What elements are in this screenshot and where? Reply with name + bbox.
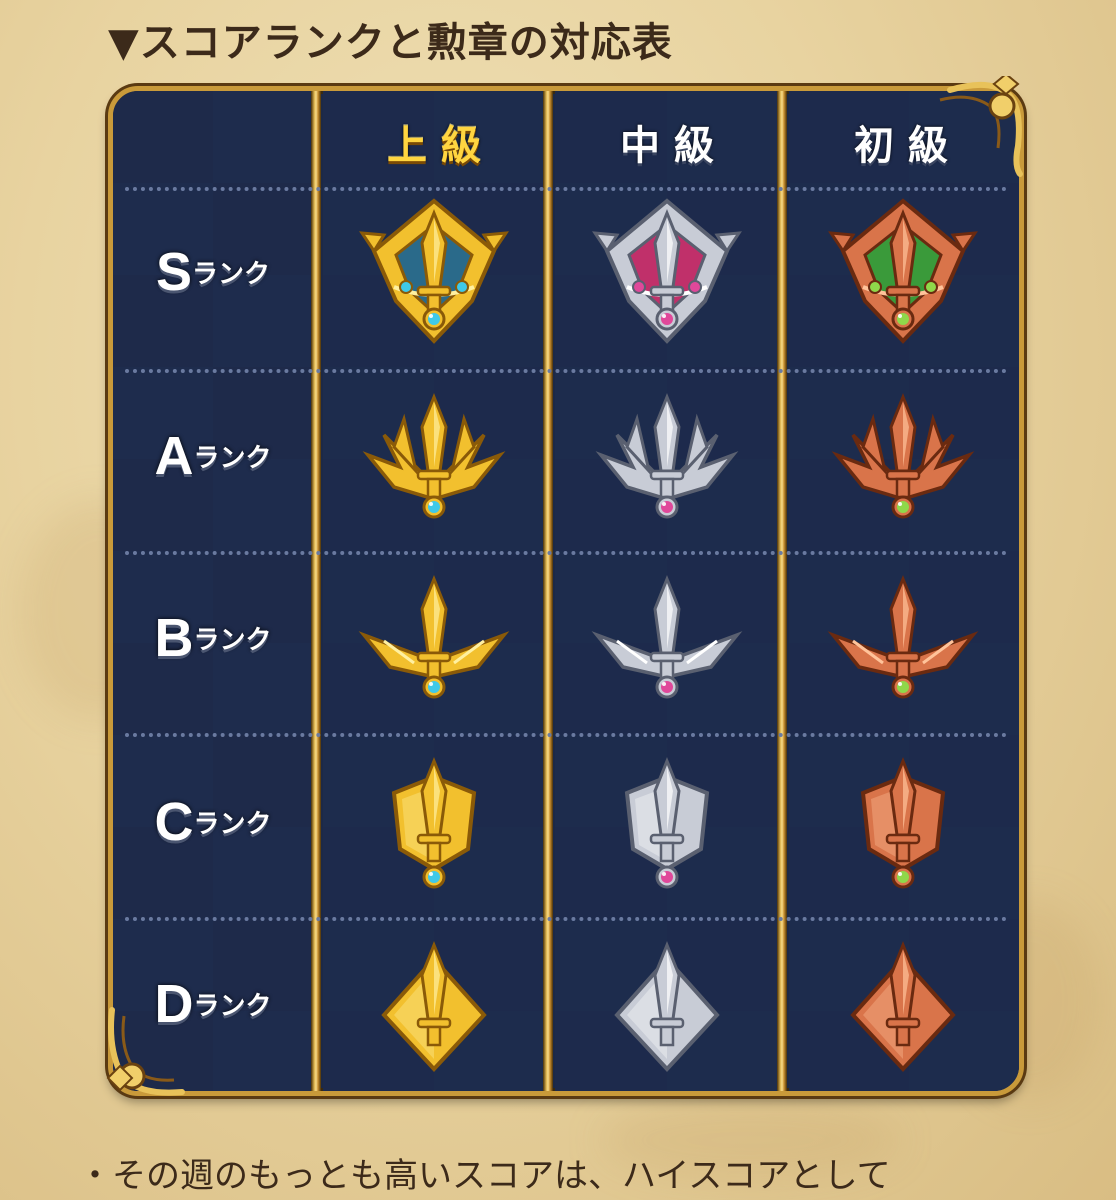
medal-d-rank-bronze	[850, 940, 956, 1072]
rank-letter: B	[154, 608, 194, 668]
rank-suffix: ランク	[193, 625, 272, 656]
rank-suffix: ランク	[193, 443, 272, 474]
row-divider	[125, 733, 1007, 737]
rank-suffix: ランク	[192, 259, 271, 290]
medal-c-rank-silver	[624, 756, 710, 889]
medal-s-rank-silver	[592, 198, 742, 344]
frame-corner-ornament-bottom-left	[106, 1007, 185, 1096]
row-divider	[125, 551, 1007, 555]
medal-b-rank-bronze	[827, 574, 979, 699]
rank-suffix: ランク	[193, 809, 272, 840]
medal-c-rank-gold	[391, 756, 477, 889]
row-divider	[125, 917, 1007, 921]
column-header-advanced: 上級	[387, 123, 495, 169]
row-divider	[125, 369, 1007, 373]
medal-a-rank-silver	[595, 392, 739, 519]
rank-label-a: Aランク	[113, 425, 313, 505]
medal-b-rank-silver	[591, 574, 743, 699]
rank-letter: S	[155, 242, 192, 302]
column-divider	[777, 91, 787, 1091]
rank-label-b: Bランク	[113, 607, 313, 687]
page-heading: ▼スコアランクと勲章の対応表	[108, 20, 673, 66]
rank-suffix: ランク	[193, 991, 272, 1022]
medal-b-rank-gold	[358, 574, 510, 699]
column-divider	[543, 91, 553, 1091]
medal-a-rank-bronze	[831, 392, 975, 519]
medal-s-rank-bronze	[828, 198, 978, 344]
rank-label-c: Cランク	[113, 791, 313, 871]
medal-a-rank-gold	[362, 392, 506, 519]
frame-corner-ornament-top-right	[939, 76, 1023, 177]
rank-label-s: Sランク	[113, 241, 313, 321]
medal-d-rank-silver	[614, 940, 720, 1072]
column-header-intermediate: 中級	[620, 123, 728, 169]
medal-s-rank-gold	[359, 198, 509, 344]
rank-medal-table: 上級 中級 初級 Sランク Aランク Bランク Cランク Dランク	[108, 86, 1024, 1096]
medal-d-rank-gold	[381, 940, 487, 1072]
rank-letter: A	[154, 426, 194, 486]
medal-c-rank-bronze	[860, 756, 946, 889]
footnote-text: ・その週のもっとも高いスコアは、ハイスコアとして	[78, 1156, 891, 1196]
checker-tile	[213, 91, 313, 183]
rank-letter: C	[154, 792, 194, 852]
